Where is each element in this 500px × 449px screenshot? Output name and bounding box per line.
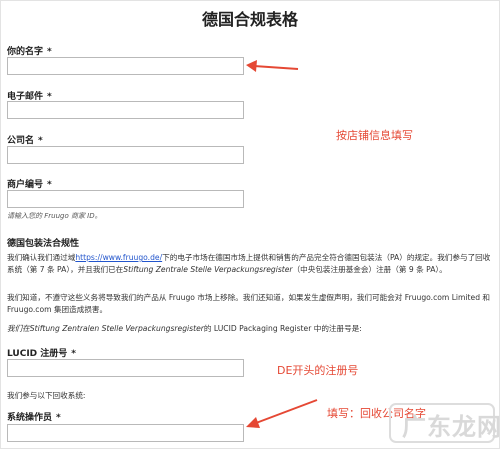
lucid-label: LUCID 注册号 * xyxy=(7,349,76,359)
system-operator-input[interactable] xyxy=(7,424,244,442)
merchant-id-hint: 请输入您的 Fruugo 商家 ID。 xyxy=(7,212,102,220)
recycle-system-text: 我们参与以下回收系统: xyxy=(7,391,86,400)
company-label: 公司名 * xyxy=(7,136,43,146)
compliance-paragraph-3: 我们在Stiftung Zentralen Stelle Verpackungs… xyxy=(7,324,362,333)
merchant-id-label: 商户编号 * xyxy=(7,180,52,190)
email-input[interactable] xyxy=(7,101,244,119)
lucid-input[interactable] xyxy=(7,359,244,377)
required-mark: * xyxy=(47,180,52,190)
system-operator-label: 系统操作员 * xyxy=(7,413,61,423)
section-title: 德国包装法合规性 xyxy=(7,239,80,249)
fruugo-link[interactable]: https://www.fruugo.de/ xyxy=(75,253,162,262)
name-input[interactable] xyxy=(7,57,244,75)
arrow-left-icon xyxy=(246,399,318,428)
required-mark: * xyxy=(71,349,76,359)
merchant-id-input[interactable] xyxy=(7,190,244,208)
company-input[interactable] xyxy=(7,146,244,164)
required-mark: * xyxy=(47,47,52,57)
compliance-paragraph-2: 我们知道，不遵守这些义务将导致我们的产品从 Fruugo 市场上移除。我们还知道… xyxy=(7,293,491,314)
watermark-text: 广东龙网 xyxy=(402,413,500,441)
required-mark: * xyxy=(56,413,61,423)
name-label: 你的名字 * xyxy=(7,47,52,57)
page-title: 德国合规表格 xyxy=(201,10,298,29)
compliance-paragraph-1: 我们确认我们通过域https://www.fruugo.de/下的电子市场在德国… xyxy=(7,253,491,274)
required-mark: * xyxy=(38,136,43,146)
arrow-left-icon xyxy=(246,60,299,72)
annotation-store-info: 按店铺信息填写 xyxy=(336,129,413,142)
annotation-de-prefix: DE开头的注册号 xyxy=(277,364,359,377)
